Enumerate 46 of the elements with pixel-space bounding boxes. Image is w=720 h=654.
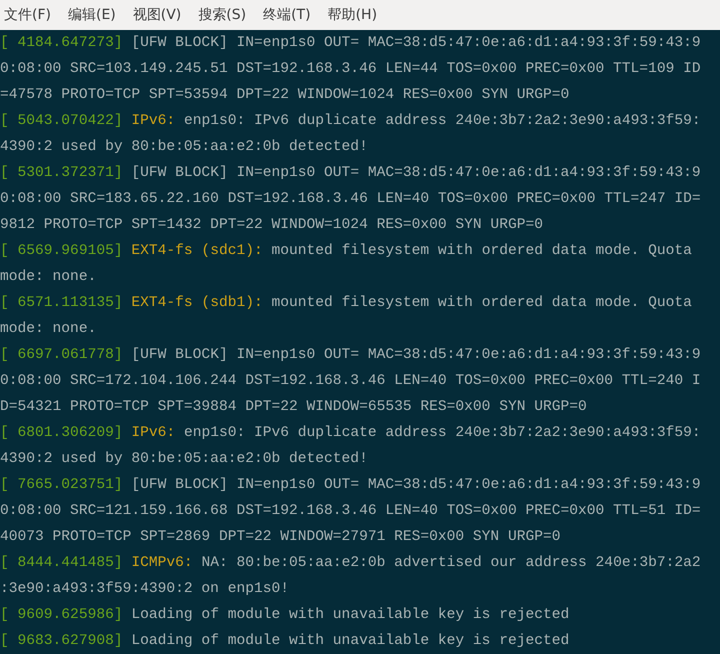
log-message: Loading of module with unavailable key is rejected xyxy=(131,606,570,625)
timestamp: [ 9683.627908] xyxy=(0,632,123,651)
log-message: enp1s0: IPv6 duplicate address 240e:3b7:2a2:3e90:a493:3f59: xyxy=(184,112,701,131)
menu-item[interactable]: 文件(F) xyxy=(4,4,51,26)
log-tag: IPv6: xyxy=(131,108,176,134)
log-message: [UFW BLOCK] IN=enp1s0 OUT= MAC=38:d5:47:0e:a6:d1:a4:93:3f:59:43:9 xyxy=(131,164,701,183)
log-message: D=54321 PROTO=TCP SPT=39884 DPT=22 WINDOW=65535 RES=0x00 SYN URGP=0 xyxy=(0,398,587,417)
timestamp: [ 6571.113135] xyxy=(0,294,123,313)
log-message: mode: none. xyxy=(0,268,96,287)
timestamp: [ 6569.969105] xyxy=(0,242,123,261)
menu-item[interactable]: 视图(V) xyxy=(132,4,182,26)
menu-item[interactable]: 编辑(E) xyxy=(68,4,116,26)
log-message: [UFW BLOCK] IN=enp1s0 OUT= MAC=38:d5:47:0e:a6:d1:a4:93:3f:59:43:9 xyxy=(131,346,701,365)
menu-item[interactable]: 搜索(S) xyxy=(198,4,246,26)
timestamp: [ 7665.023751] xyxy=(0,476,123,495)
timestamp: [ 6697.061778] xyxy=(0,346,123,365)
log-message: :3e90:a493:3f59:4390:2 on enp1s0! xyxy=(0,580,290,599)
log-message: [UFW BLOCK] IN=enp1s0 OUT= MAC=38:d5:47:0e:a6:d1:a4:93:3f:59:43:9 xyxy=(131,476,701,495)
log-message: mounted filesystem with ordered data mode. Quota xyxy=(272,242,692,261)
log-message: Loading of module with unavailable key is rejected xyxy=(131,632,570,651)
log-message: 0:08:00 SRC=103.149.245.51 DST=192.168.3.46 LEN=44 TOS=0x00 PREC=0x00 TTL=109 ID xyxy=(0,60,701,79)
timestamp: [ 6801.306209] xyxy=(0,424,123,443)
log-tag: IPv6: xyxy=(131,420,176,446)
log-message: 4390:2 used by 80:be:05:aa:e2:0b detected! xyxy=(0,450,368,469)
log-message: 0:08:00 SRC=183.65.22.160 DST=192.168.3.46 LEN=40 TOS=0x00 PREC=0x00 TTL=247 ID= xyxy=(0,190,701,209)
log-message: =47578 PROTO=TCP SPT=53594 DPT=22 WINDOW=1024 RES=0x00 SYN URGP=0 xyxy=(0,86,570,105)
log-tag: ICMPv6: xyxy=(131,550,193,576)
timestamp: [ 8444.441485] xyxy=(0,554,123,573)
log-message: enp1s0: IPv6 duplicate address 240e:3b7:2a2:3e90:a493:3f59: xyxy=(184,424,701,443)
timestamp: [ 5043.070422] xyxy=(0,112,123,131)
log-tag: EXT4-fs (sdb1): xyxy=(131,290,263,316)
log-message: [UFW BLOCK] IN=enp1s0 OUT= MAC=38:d5:47:0e:a6:d1:a4:93:3f:59:43:9 xyxy=(131,34,701,53)
log-message: 0:08:00 SRC=172.104.106.244 DST=192.168.3.46 LEN=40 TOS=0x00 PREC=0x00 TTL=240 I xyxy=(0,372,701,391)
timestamp: [ 9609.625986] xyxy=(0,606,123,625)
log-message: 9812 PROTO=TCP SPT=1432 DPT=22 WINDOW=1024 RES=0x00 SYN URGP=0 xyxy=(0,216,543,235)
log-tag: EXT4-fs (sdc1): xyxy=(131,238,263,264)
timestamp: [ 5301.372371] xyxy=(0,164,123,183)
log-message: mounted filesystem with ordered data mode. Quota xyxy=(272,294,692,313)
timestamp: [ 4184.647273] xyxy=(0,34,123,53)
log-message: 4390:2 used by 80:be:05:aa:e2:0b detected! xyxy=(0,138,368,157)
log-message: 40073 PROTO=TCP SPT=2869 DPT=22 WINDOW=27971 RES=0x00 SYN URGP=0 xyxy=(0,528,560,547)
log-message: 0:08:00 SRC=121.159.166.68 DST=192.168.3.46 LEN=40 TOS=0x00 PREC=0x00 TTL=51 ID= xyxy=(0,502,701,521)
log-message: mode: none. xyxy=(0,320,96,339)
menu-item[interactable]: 终端(T) xyxy=(263,4,311,26)
log-message: NA: 80:be:05:aa:e2:0b advertised our address 240e:3b7:2a2 xyxy=(201,554,701,573)
menu-item[interactable]: 帮助(H) xyxy=(328,4,378,26)
